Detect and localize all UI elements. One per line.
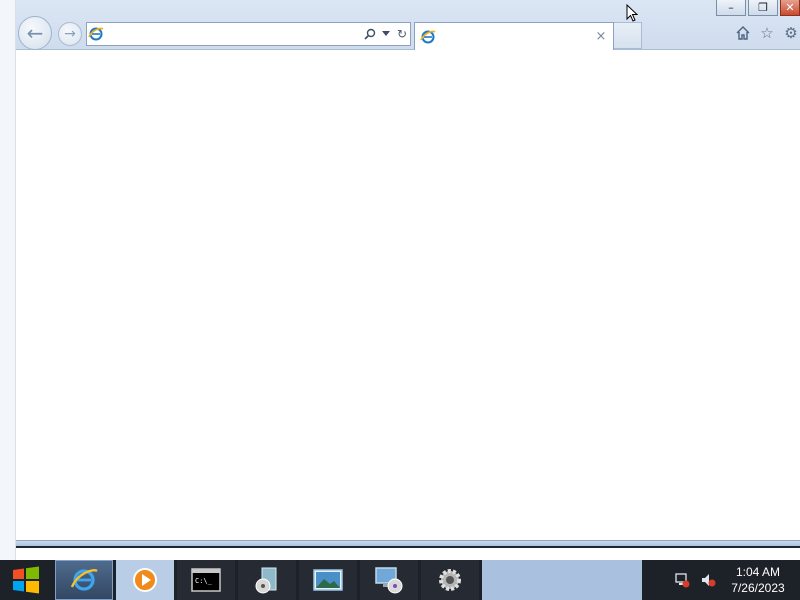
desktop-edge xyxy=(0,0,16,560)
install-disc-icon xyxy=(255,567,277,594)
close-tab-icon[interactable]: × xyxy=(593,29,609,45)
mouse-cursor-icon xyxy=(626,4,638,22)
media-player-icon xyxy=(133,568,157,592)
taskbar-install-disc[interactable] xyxy=(238,560,296,600)
back-button[interactable]: ← xyxy=(18,16,52,50)
command-prompt-icon: C:\_ xyxy=(191,568,221,592)
windows-logo-icon xyxy=(13,566,39,594)
taskbar-command-prompt[interactable]: C:\_ xyxy=(177,560,235,600)
command-icons: ☆ ⚙ xyxy=(734,24,800,42)
close-button[interactable]: ✕ xyxy=(780,0,800,16)
status-bar xyxy=(16,540,800,548)
photo-viewer-icon xyxy=(313,569,343,591)
restore-button[interactable]: ❐ xyxy=(748,0,778,16)
volume-muted-icon[interactable] xyxy=(700,572,716,588)
taskbar-photo-viewer[interactable] xyxy=(299,560,357,600)
address-bar[interactable]: ↻ xyxy=(86,22,411,46)
restore-icon: ❐ xyxy=(758,1,768,14)
gear-icon[interactable]: ⚙ xyxy=(782,24,800,42)
taskbar-computer-disc[interactable] xyxy=(360,560,418,600)
ie-tab-icon xyxy=(419,28,437,46)
new-tab-button[interactable] xyxy=(614,22,642,49)
back-arrow-icon: ← xyxy=(26,21,44,45)
taskbar-empty-area[interactable] xyxy=(482,560,642,600)
start-button[interactable] xyxy=(0,560,52,600)
clock-time: 1:04 AM xyxy=(735,565,781,579)
star-icon[interactable]: ☆ xyxy=(758,24,776,42)
search-icon[interactable] xyxy=(362,24,378,44)
taskbar: C:\_ 1:04 AM 7/26/2023 xyxy=(0,560,800,600)
refresh-icon[interactable]: ↻ xyxy=(394,24,410,44)
svg-text:C:\_: C:\_ xyxy=(195,577,213,585)
minimize-button[interactable]: – xyxy=(716,0,746,16)
page-content[interactable] xyxy=(16,50,800,540)
taskbar-settings[interactable] xyxy=(421,560,479,600)
browser-titlebar: ← → ↻ × ☆ ⚙ – ❐ ✕ xyxy=(16,0,800,50)
clock[interactable]: 1:04 AM 7/26/2023 xyxy=(726,564,790,596)
system-tray: 1:04 AM 7/26/2023 xyxy=(660,560,800,600)
clock-date: 7/26/2023 xyxy=(731,581,785,595)
close-icon: ✕ xyxy=(785,1,795,14)
tab-current[interactable]: × xyxy=(414,22,614,50)
ie-page-icon xyxy=(87,25,105,43)
browser-window: ← → ↻ × ☆ ⚙ – ❐ ✕ xyxy=(16,0,800,548)
url-input[interactable] xyxy=(105,24,362,44)
home-icon[interactable] xyxy=(734,24,752,42)
chevron-down-icon[interactable] xyxy=(378,24,394,44)
window-controls: – ❐ ✕ xyxy=(716,0,800,16)
taskbar-windows-media-player[interactable] xyxy=(116,560,174,600)
network-icon[interactable] xyxy=(674,572,690,588)
forward-button[interactable]: → xyxy=(58,22,82,46)
computer-disc-icon xyxy=(375,567,403,594)
gear-icon xyxy=(439,569,461,591)
taskbar-internet-explorer[interactable] xyxy=(55,560,113,600)
ie-icon xyxy=(70,569,98,591)
forward-arrow-icon: → xyxy=(64,26,76,42)
minimize-icon: – xyxy=(728,1,734,14)
